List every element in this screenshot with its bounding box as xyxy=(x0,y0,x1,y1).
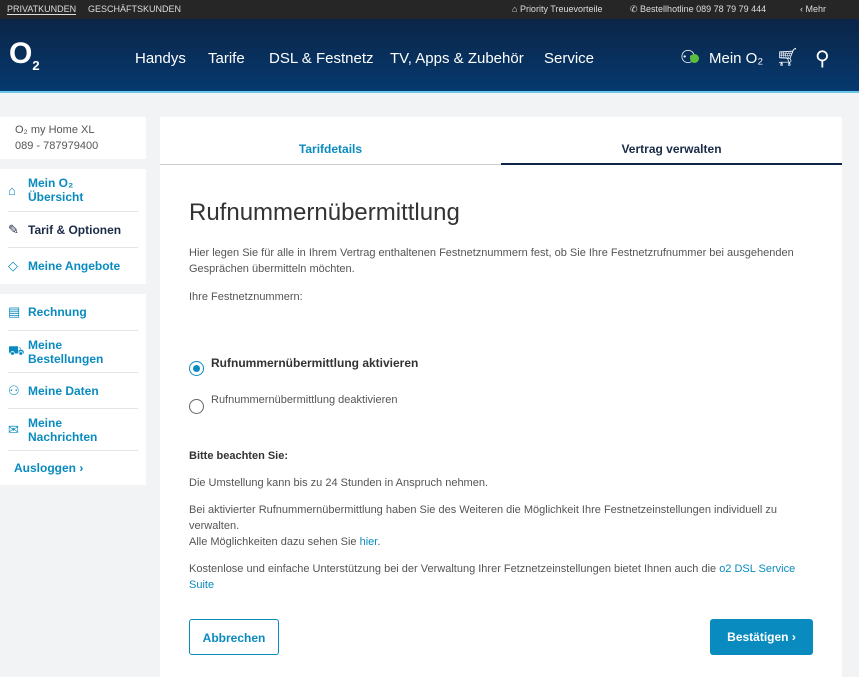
mail-icon: ✉ xyxy=(8,421,19,437)
confirm-button[interactable]: Bestätigen › xyxy=(710,619,813,655)
main-card: Tarifdetails Vertrag verwalten Rufnummer… xyxy=(160,117,842,677)
tab-vertrag-verwalten[interactable]: Vertrag verwalten xyxy=(501,117,842,165)
cancel-button[interactable]: Abbrechen xyxy=(189,619,279,655)
home-icon: ⌂ xyxy=(8,182,16,198)
nav-tarife[interactable]: Tarife xyxy=(208,50,245,67)
user-icon: ⚇ xyxy=(8,382,20,398)
page-title: Rufnummernübermittlung xyxy=(189,199,460,226)
logo-text: O xyxy=(9,37,33,70)
nav-dsl[interactable]: DSL & Festnetz xyxy=(269,50,374,67)
radio-deactivate[interactable] xyxy=(189,399,204,414)
mein-o2-link[interactable]: Mein O₂ xyxy=(709,50,763,67)
numbers-label: Ihre Festnetznummern: xyxy=(189,291,303,303)
cart-icon[interactable]: 🛒︎ xyxy=(776,47,799,68)
note-3-end: . xyxy=(377,536,381,548)
sidebar-item-daten[interactable]: ⚇ Meine Daten xyxy=(8,373,138,409)
note-3: Alle Möglichkeiten dazu sehen Sie hier. xyxy=(189,534,380,550)
invoice-icon: ▤ xyxy=(8,304,21,319)
note-2: Bei aktivierter Rufnummernübermittlung h… xyxy=(189,504,777,532)
sidebar-item-angebote[interactable]: ◇ Meine Angebote xyxy=(8,248,138,284)
hotline-link[interactable]: ✆ Bestellhotline 089 78 79 79 444 xyxy=(630,4,766,15)
radio-activate-label[interactable]: Rufnummernübermittlung aktivieren xyxy=(211,355,418,371)
tag-icon: ◇ xyxy=(8,258,18,273)
hier-link[interactable]: hier xyxy=(360,536,378,548)
gift-icon: ⌂ xyxy=(512,4,520,14)
sidebar-item-overview[interactable]: ⌂ Mein O₂ Übersicht xyxy=(8,169,138,212)
phone-number: 089 - 787979400 xyxy=(15,140,99,152)
pencil-icon: ✎ xyxy=(8,221,19,237)
label: Mein O₂ Übersicht xyxy=(28,176,84,204)
label: Meine Daten xyxy=(28,383,99,398)
priority-link[interactable]: ⌂ Priority Treuevorteile xyxy=(512,4,602,14)
note-4: Kostenlose und einfache Unterstützung be… xyxy=(189,561,819,593)
label: Tarif & Optionen xyxy=(28,222,122,237)
sidebar-item-tarif[interactable]: ✎ Tarif & Optionen xyxy=(8,212,138,248)
cart-icon: ⛟ xyxy=(8,342,25,358)
label: Meine Angebote xyxy=(28,259,121,273)
search-icon[interactable]: ⚲ xyxy=(815,46,830,71)
tab-tarifdetails[interactable]: Tarifdetails xyxy=(160,117,501,165)
contract-info: O₂ my Home XL 089 - 787979400 xyxy=(0,117,146,159)
note-3-text: Alle Möglichkeiten dazu sehen Sie xyxy=(189,536,360,548)
sidebar-group-1: ⌂ Mein O₂ Übersicht ✎ Tarif & Optionen ◇ Me… xyxy=(0,169,146,284)
label: Meine Nachrichten xyxy=(28,415,98,444)
radio-activate[interactable] xyxy=(189,361,204,376)
nav-tv[interactable]: TV, Apps & Zubehör xyxy=(390,50,524,67)
logout-link[interactable]: Ausloggen › xyxy=(8,451,138,485)
note-title: Bitte beachten Sie: xyxy=(189,450,289,462)
top-bar: PRIVATKUNDEN GESCHÄFTSKUNDEN ⌂ Priority … xyxy=(0,0,859,19)
sidebar-item-nachrichten[interactable]: ✉ Meine Nachrichten xyxy=(8,409,138,451)
sidebar-item-rechnung[interactable]: ▤ Rechnung xyxy=(8,294,138,331)
product-name: O₂ my Home XL xyxy=(15,124,95,136)
user-icon[interactable]: ⚇ xyxy=(680,47,700,68)
nav-handys[interactable]: Handys xyxy=(135,50,186,67)
note-1: Die Umstellung kann bis zu 24 Stunden in… xyxy=(189,477,489,489)
mehr-link[interactable]: ‹ Mehr xyxy=(800,4,826,14)
o2-logo[interactable]: O2 xyxy=(9,37,40,73)
logo-sub: 2 xyxy=(32,58,40,73)
label: Rechnung xyxy=(28,305,87,319)
privatkunden-link[interactable]: PRIVATKUNDEN xyxy=(7,4,77,15)
geschaeftskunden-link[interactable]: GESCHÄFTSKUNDEN xyxy=(88,4,181,14)
label: Meine Bestellungen xyxy=(28,337,104,366)
nav-service[interactable]: Service xyxy=(544,50,594,67)
sidebar-group-2: ▤ Rechnung ⛟ Meine Bestellungen ⚇ Meine Dat… xyxy=(0,294,146,485)
sidebar-item-bestellungen[interactable]: ⛟ Meine Bestellungen xyxy=(8,331,138,373)
intro-text: Hier legen Sie für alle in Ihrem Vertrag… xyxy=(189,247,794,275)
main-header: O2 Handys Tarife DSL & Festnetz TV, Apps… xyxy=(0,19,859,93)
note-4-text: Kostenlose und einfache Unterstützung be… xyxy=(189,563,720,575)
radio-deactivate-label[interactable]: Rufnummernübermittlung deaktivieren xyxy=(211,392,397,408)
phone-icon: ✆ xyxy=(630,4,641,14)
